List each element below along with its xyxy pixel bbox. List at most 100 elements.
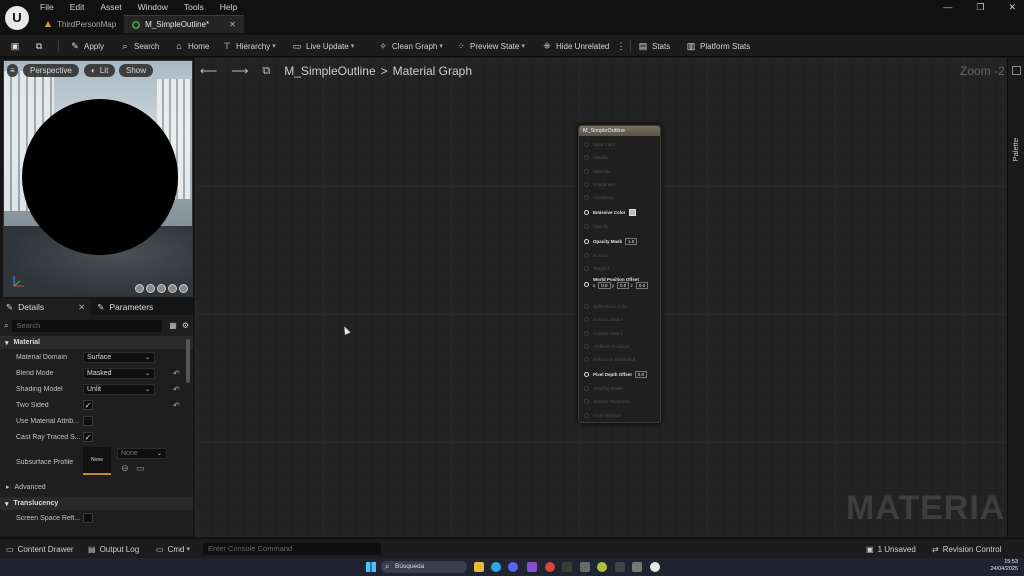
chrome-icon[interactable] [545,562,555,572]
use-selected-icon[interactable]: ⊖ [121,463,129,474]
unreal-logo-icon[interactable]: U [5,6,29,30]
cast-ray-traced-shadows-checkbox[interactable]: ✓ [83,432,93,442]
back-arrow-icon[interactable]: ⟵ [200,64,217,78]
save-button[interactable]: ▣ [10,39,24,53]
pin-normal[interactable]: Normal [584,250,608,260]
close-icon[interactable]: ✕ [78,302,85,313]
windows-start-icon[interactable] [366,562,376,572]
menu-tools[interactable]: Tools [184,2,204,12]
reset-to-default-icon[interactable]: ↶ [173,385,180,394]
material-domain-dropdown[interactable]: Surface ⌄ [83,351,155,363]
pin-shading-model[interactable]: Shading Model [584,383,623,393]
breadcrumb-asset[interactable]: M_SimpleOutline [284,64,375,78]
app-icon[interactable] [580,562,590,572]
y-value[interactable]: 0.0 [617,282,630,289]
hierarchy-button[interactable]: ⊤ Hierarchy ▾ [222,39,276,53]
plane-preview-icon[interactable] [157,284,166,293]
browse-button[interactable]: ⧉ [34,39,48,53]
preview-state-button[interactable]: ⁘ Preview State ▾ [456,39,525,53]
use-material-attributes-checkbox[interactable] [83,416,93,426]
shading-model-dropdown[interactable]: Unlit ⌄ [83,383,155,395]
live-update-button[interactable]: ▭ Live Update ▾ [292,39,354,53]
unreal-engine-taskbar-icon[interactable] [650,562,660,572]
lit-button[interactable]: ◐ Lit [84,64,116,77]
clean-graph-button[interactable]: ✧ Clean Graph ▾ [378,39,443,53]
pin-value[interactable]: 0.0 [634,370,648,378]
system-clock[interactable]: 15:53 24/04/2025 [990,559,1018,573]
tab-thirdpersonmap[interactable]: ThirdPersonMap [36,15,124,33]
app-icon[interactable] [615,562,625,572]
browse-folder-icon[interactable]: ▭ [136,463,145,474]
app-icon[interactable] [597,562,607,572]
cube-preview-icon[interactable] [168,284,177,293]
custom-mesh-preview-icon[interactable] [179,284,188,293]
section-material[interactable]: ▾ Material [0,336,193,349]
pin-specular[interactable]: Specular [584,166,611,176]
pin-anisotropy[interactable]: Anisotropy [584,192,614,202]
pin-opacity-mask[interactable]: Opacity Mask 1.0 [584,236,638,246]
menu-file[interactable]: File [40,2,54,12]
pin-value[interactable]: 1.0 [625,237,638,245]
palette-sidebar[interactable]: Palette [1007,58,1024,537]
cylinder-preview-icon[interactable] [135,284,144,293]
tab-m-simpleoutline[interactable]: M_SimpleOutline* ✕ [124,15,244,33]
section-translucency[interactable]: ▾ Translucency [0,497,193,510]
viewport-menu-button[interactable]: ≡ [7,64,18,77]
pin-refraction[interactable]: Refraction (Disabled) [584,354,635,364]
pin-world-position-offset[interactable]: World Position Offset x 0.0 y 0.0 z 0.0 [584,277,649,295]
x-value[interactable]: 0.0 [598,282,611,289]
app-icon[interactable] [527,562,537,572]
breadcrumb-graph[interactable]: Material Graph [393,64,472,78]
show-button[interactable]: Show [119,64,154,77]
cmd-dropdown[interactable]: ▭ Cmd ▾ [156,543,190,555]
home-button[interactable]: ⌂ Home [174,39,209,53]
pin-roughness[interactable]: Roughness [584,179,616,189]
pin-front-material[interactable]: Front Material [584,410,621,420]
close-tab-icon[interactable]: ✕ [229,20,236,29]
app-icon[interactable] [562,562,572,572]
pin-surface-thickness[interactable]: Surface Thickness [584,396,630,406]
maximize-icon[interactable]: ❐ [976,2,984,13]
taskbar-search[interactable]: Búsqueda [381,561,467,573]
apply-button[interactable]: ✎ Apply [70,39,104,53]
blend-mode-dropdown[interactable]: Masked ⌄ [83,367,155,379]
z-value[interactable]: 0.0 [635,282,649,289]
pin-metallic[interactable]: Metallic [584,152,608,162]
pin-base-color[interactable]: Base Color [584,139,615,149]
material-preview-viewport[interactable]: ≡ Perspective ◐ Lit Show [3,60,193,297]
advanced-row[interactable]: ▸ Advanced [0,479,193,495]
output-log-button[interactable]: ▤ Output Log [88,543,139,555]
app-icon[interactable] [632,562,642,572]
reset-to-default-icon[interactable]: ↶ [173,369,180,378]
hide-unrelated-button[interactable]: ⁜ Hide Unrelated [542,39,609,53]
pin-custom-data-0[interactable]: Custom Data 0 [584,314,623,324]
details-search-input[interactable]: Search [12,319,163,332]
search-button[interactable]: ⌕ Search [120,39,159,53]
content-drawer-button[interactable]: ▭ Content Drawer [6,543,74,555]
pin-opacity[interactable]: Opacity [584,221,608,231]
pin-custom-data-1[interactable]: Custom Data 1 [584,328,623,338]
file-explorer-icon[interactable] [474,562,484,572]
menu-help[interactable]: Help [220,2,237,12]
close-window-icon[interactable]: ✕ [1008,2,1016,13]
gear-icon[interactable]: ⚙ [182,321,189,330]
pin-tangent[interactable]: Tangent [584,263,609,273]
stats-button[interactable]: ▤ Stats [638,39,671,53]
sphere-preview-icon[interactable] [146,284,155,293]
tab-details[interactable]: ✎ Details ✕ [0,299,92,315]
tab-parameters[interactable]: ✎ Parameters [91,299,159,315]
menu-window[interactable]: Window [138,2,168,12]
pin-emissive-color[interactable]: Emissive Color [584,207,636,217]
revision-control-button[interactable]: ⇄ Revision Control [932,543,1001,555]
discord-icon[interactable] [508,562,518,572]
two-sided-checkbox[interactable]: ✓ [83,400,93,410]
details-scrollbar[interactable] [186,339,190,383]
screen-space-reflections-checkbox[interactable] [83,513,93,523]
forward-arrow-icon[interactable]: ⟶ [231,64,248,78]
menu-edit[interactable]: Edit [70,2,85,12]
pin-subsurface-color[interactable]: Subsurface Color [584,301,628,311]
reset-to-default-icon[interactable]: ↶ [173,401,180,410]
table-view-icon[interactable]: ▦ [169,321,177,330]
platform-stats-button[interactable]: ▥ Platform Stats [686,39,751,53]
minimize-icon[interactable]: — [943,2,952,13]
